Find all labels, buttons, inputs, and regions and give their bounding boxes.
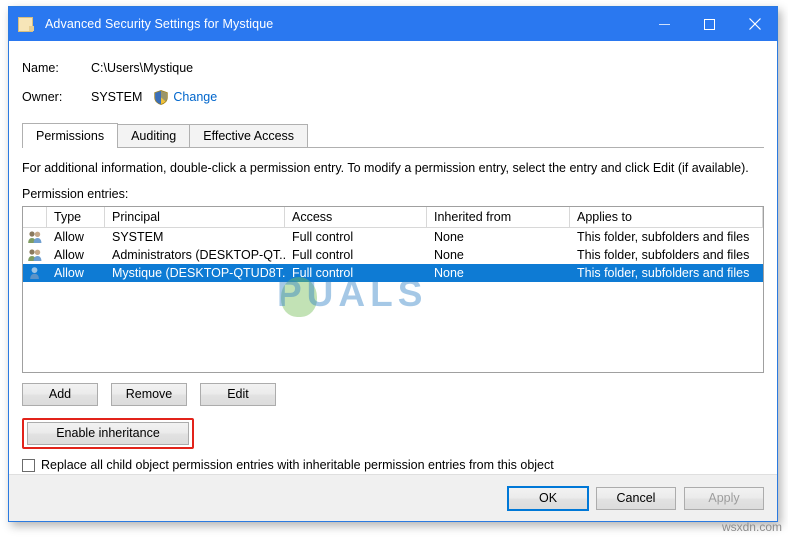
replace-child-permissions-label: Replace all child object permission entr… — [41, 458, 554, 472]
ok-button[interactable]: OK — [508, 487, 588, 510]
column-header-access[interactable]: Access — [285, 207, 427, 227]
cell-applies-to: This folder, subfolders and files — [570, 228, 763, 246]
cell-access: Full control — [285, 246, 427, 264]
cell-applies-to: This folder, subfolders and files — [570, 264, 763, 282]
cell-type: Allow — [47, 246, 105, 264]
instruction-text: For additional information, double-click… — [22, 161, 764, 175]
close-icon[interactable] — [732, 7, 777, 41]
column-header-applies-to[interactable]: Applies to — [570, 207, 763, 227]
cell-principal: SYSTEM — [105, 228, 285, 246]
edit-button[interactable]: Edit — [200, 383, 276, 406]
replace-child-permissions-row[interactable]: Replace all child object permission entr… — [22, 458, 764, 472]
tab-strip: Permissions Auditing Effective Access — [22, 123, 764, 148]
owner-row: Owner: SYSTEM Change — [22, 86, 764, 107]
client-area: Name: C:\Users\Mystique Owner: SYSTEM Ch… — [9, 41, 777, 521]
cancel-button[interactable]: Cancel — [596, 487, 676, 510]
cell-applies-to: This folder, subfolders and files — [570, 246, 763, 264]
tab-permissions[interactable]: Permissions — [22, 123, 118, 148]
replace-child-permissions-checkbox[interactable] — [22, 459, 35, 472]
cell-inherited-from: None — [427, 264, 570, 282]
title-bar[interactable]: Advanced Security Settings for Mystique — [9, 7, 777, 41]
cell-type: Allow — [47, 264, 105, 282]
user-icon — [23, 266, 47, 280]
cell-inherited-from: None — [427, 228, 570, 246]
folder-icon — [18, 17, 35, 32]
dialog-footer: OK Cancel Apply — [9, 474, 777, 521]
owner-label: Owner: — [22, 90, 91, 104]
list-header-row: Type Principal Access Inherited from App… — [23, 207, 763, 228]
cell-access: Full control — [285, 264, 427, 282]
tab-auditing[interactable]: Auditing — [117, 124, 190, 147]
name-value: C:\Users\Mystique — [91, 61, 193, 75]
minimize-icon[interactable] — [642, 7, 687, 41]
cell-principal: Administrators (DESKTOP-QT... — [105, 246, 285, 264]
owner-value: SYSTEM — [91, 90, 142, 104]
entry-action-buttons: Add Remove Edit — [22, 383, 764, 406]
table-row[interactable]: Allow Mystique (DESKTOP-QTUD8T... Full c… — [23, 264, 763, 282]
tab-effective-access[interactable]: Effective Access — [189, 124, 308, 147]
name-label: Name: — [22, 61, 91, 75]
table-row[interactable]: Allow Administrators (DESKTOP-QT... Full… — [23, 246, 763, 264]
group-icon — [23, 248, 47, 262]
change-owner-link[interactable]: Change — [173, 90, 217, 104]
column-header-type[interactable]: Type — [47, 207, 105, 227]
permission-entries-list[interactable]: Type Principal Access Inherited from App… — [22, 206, 764, 373]
apply-button: Apply — [684, 487, 764, 510]
name-row: Name: C:\Users\Mystique — [22, 57, 764, 78]
window-controls — [642, 7, 777, 41]
cell-access: Full control — [285, 228, 427, 246]
enable-inheritance-container: Enable inheritance — [22, 418, 194, 445]
cell-inherited-from: None — [427, 246, 570, 264]
permission-entries-label: Permission entries: — [22, 187, 764, 201]
group-icon — [23, 230, 47, 244]
cell-type: Allow — [47, 228, 105, 246]
wsxdn-watermark: wsxdn.com — [722, 520, 782, 534]
column-header-inherited-from[interactable]: Inherited from — [427, 207, 570, 227]
content-panel: Name: C:\Users\Mystique Owner: SYSTEM Ch… — [9, 41, 777, 474]
cell-principal: Mystique (DESKTOP-QTUD8T... — [105, 264, 285, 282]
column-header-principal[interactable]: Principal — [105, 207, 285, 227]
remove-button[interactable]: Remove — [111, 383, 187, 406]
window-title: Advanced Security Settings for Mystique — [45, 17, 273, 31]
enable-inheritance-button[interactable]: Enable inheritance — [27, 422, 189, 445]
uac-shield-icon — [154, 90, 168, 105]
table-row[interactable]: Allow SYSTEM Full control None This fold… — [23, 228, 763, 246]
add-button[interactable]: Add — [22, 383, 98, 406]
advanced-security-settings-window: Advanced Security Settings for Mystique … — [8, 6, 778, 522]
maximize-icon[interactable] — [687, 7, 732, 41]
column-header-icon[interactable] — [23, 207, 47, 227]
